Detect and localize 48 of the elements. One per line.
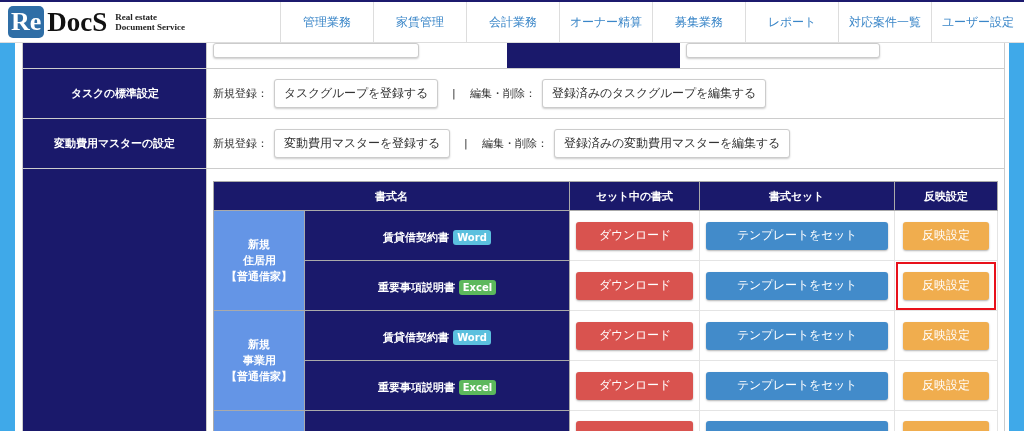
- set-template-button[interactable]: テンプレートをセット: [706, 321, 888, 350]
- document-name: 賃貸借契約書: [383, 331, 450, 344]
- logo-tagline: Real estate: [115, 12, 159, 22]
- set-template-button[interactable]: テンプレートをセット: [706, 371, 888, 400]
- row-label: 変動費用マスターの設定: [22, 118, 207, 169]
- document-name: 賃貸借契約書: [383, 231, 450, 244]
- settings-button[interactable]: [686, 43, 880, 58]
- nav-link[interactable]: ユーザー設定: [931, 2, 1024, 42]
- column-header: 反映設定: [894, 181, 998, 211]
- logo-tagline: Document Service: [115, 22, 186, 32]
- nav-link[interactable]: オーナー精算: [559, 2, 652, 42]
- register-button[interactable]: 変動費用マスターを登録する: [274, 129, 450, 158]
- set-template-button[interactable]: テンプレートをセット: [706, 221, 888, 250]
- set-template-button[interactable]: テンプレートをセット: [706, 271, 888, 300]
- download-button[interactable]: ダウンロード: [576, 371, 694, 400]
- group-label: 新規 事業用 【普通借家】: [213, 310, 305, 411]
- file-type-badge: Word: [453, 230, 491, 245]
- field-label: 新規登録：: [213, 136, 268, 151]
- group-label: 新規 住居用 【普通借家】: [213, 210, 305, 311]
- file-type-badge: Excel: [458, 380, 497, 395]
- file-type-badge: Excel: [458, 280, 497, 295]
- edit-button[interactable]: 登録済みのタスクグループを編集する: [541, 79, 766, 108]
- column-header: セット中の書式: [569, 181, 700, 211]
- download-button[interactable]: ダウンロード: [576, 271, 694, 300]
- download-button[interactable]: ダウンロード: [576, 221, 694, 250]
- separator: |: [464, 137, 468, 150]
- field-label: 新規登録：: [213, 86, 268, 101]
- logo-name: DocS: [47, 6, 108, 38]
- file-type-badge: Word: [453, 330, 491, 345]
- row-label: タスクの標準設定: [22, 68, 207, 119]
- settings-button[interactable]: [213, 43, 419, 58]
- document-name: 重要事項説明書: [377, 381, 455, 394]
- logo-mark: Re: [8, 6, 45, 38]
- nav-link[interactable]: レポート: [745, 2, 838, 42]
- register-button[interactable]: タスクグループを登録する: [274, 79, 438, 108]
- separator: |: [452, 87, 456, 100]
- nav-link[interactable]: 募集業務: [652, 2, 745, 42]
- column-header: 書式名: [213, 181, 570, 211]
- column-header: 書式セット: [699, 181, 895, 211]
- field-label: 編集・削除：: [469, 86, 536, 101]
- document-name: 重要事項説明書: [377, 281, 455, 294]
- edit-button[interactable]: 登録済みの変動費用マスターを編集する: [553, 129, 790, 158]
- nav-link[interactable]: 対応案件一覧: [838, 2, 931, 42]
- field-label: 編集・削除：: [481, 136, 548, 151]
- nav-link[interactable]: 管理業務: [280, 2, 373, 42]
- nav-link[interactable]: 家賃管理: [373, 2, 466, 42]
- nav-link[interactable]: 会計業務: [466, 2, 559, 42]
- download-button[interactable]: ダウンロード: [576, 321, 694, 350]
